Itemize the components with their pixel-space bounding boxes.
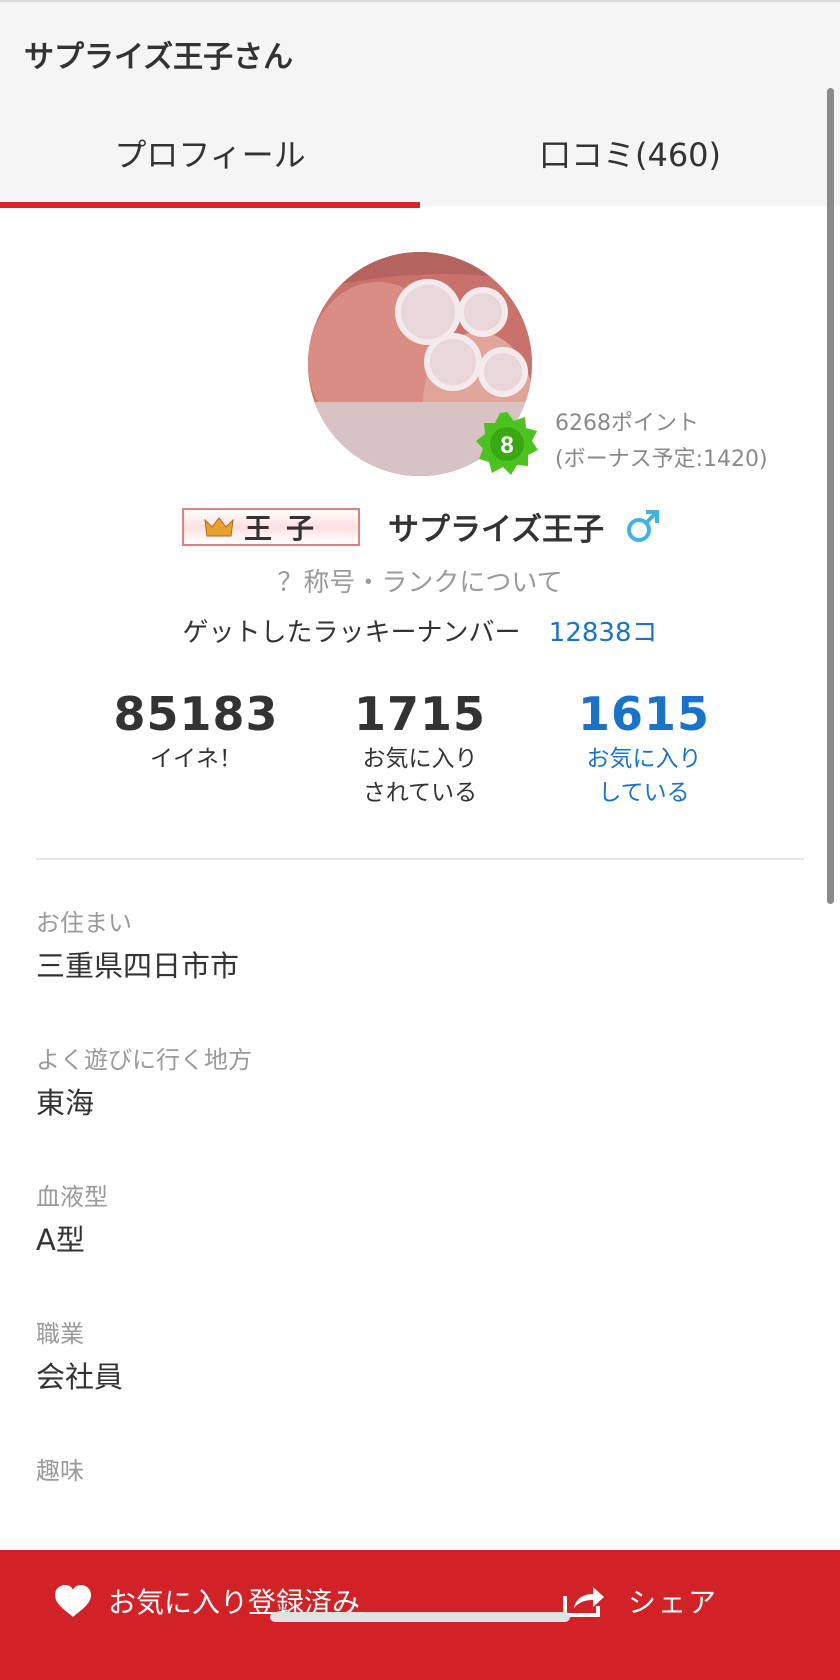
- field-blood-type: 血液型 A型: [36, 1180, 804, 1317]
- points-info: 6268ポイント (ボーナス予定:1420): [555, 406, 768, 478]
- stat-likes: 85183 イイネ！: [86, 686, 306, 776]
- stats-row: 85183 イイネ！ 1715 お気に入り されている 1615 お気に入り し…: [0, 686, 840, 816]
- profile-fields: お住まい 三重県四日市市 よく遊びに行く地方 東海 血液型 A型 職業 会社員 …: [36, 906, 804, 1591]
- favorited-by-label: お気に入り されている: [362, 746, 478, 806]
- lucky-number-label: ゲットしたラッキーナンバー: [182, 618, 521, 648]
- field-value: 三重県四日市市: [36, 949, 240, 983]
- likes-label: イイネ！: [150, 746, 242, 772]
- field-value: A型: [36, 1223, 85, 1257]
- crown-icon: [204, 517, 234, 537]
- home-indicator[interactable]: [270, 1612, 570, 1622]
- field-label: 職業: [36, 1320, 84, 1348]
- tab-bar: プロフィール 口コミ(460): [0, 102, 840, 208]
- rank-badge-icon: 8: [476, 412, 538, 475]
- field-value: 東海: [36, 1086, 95, 1120]
- name-row: 王子 サプライズ王子: [0, 502, 840, 550]
- divider: [36, 858, 804, 860]
- rank-info-link[interactable]: ？称号・ランクについて: [0, 562, 840, 599]
- field-label: お住まい: [36, 909, 132, 937]
- tab-reviews[interactable]: 口コミ(460): [420, 102, 840, 208]
- page-title: サプライズ王子さん: [24, 40, 294, 75]
- favoriting-count: 1615: [577, 687, 711, 741]
- male-icon: [627, 510, 659, 542]
- user-name: サプライズ王子: [388, 512, 605, 548]
- favorited-by-count: 1715: [353, 687, 487, 741]
- share-label: シェア: [628, 1586, 719, 1619]
- field-occupation: 職業 会社員: [36, 1317, 804, 1454]
- likes-count: 85183: [113, 687, 279, 741]
- bonus-points: (ボーナス予定:1420): [555, 447, 768, 472]
- field-region: よく遊びに行く地方 東海: [36, 1043, 804, 1180]
- title-plate: 王子: [182, 508, 360, 546]
- header-area: サプライズ王子さん プロフィール 口コミ(460): [0, 0, 840, 208]
- field-label: よく遊びに行く地方: [36, 1046, 252, 1074]
- favoriting-label: お気に入り している: [586, 746, 702, 806]
- lucky-number-row: ゲットしたラッキーナンバー 12838コ: [0, 612, 840, 649]
- points-value: 6268ポイント: [555, 411, 699, 436]
- tab-profile[interactable]: プロフィール: [0, 102, 420, 208]
- lucky-number-value[interactable]: 12838コ: [549, 618, 658, 648]
- title-plate-label: 王子: [243, 512, 328, 545]
- heart-icon: [55, 1585, 91, 1617]
- stat-favorited-by[interactable]: 1715 お気に入り されている: [310, 686, 530, 810]
- field-residence: お住まい 三重県四日市市: [36, 906, 804, 1043]
- rank-level: 8: [500, 432, 513, 459]
- field-value: 会社員: [36, 1360, 124, 1394]
- field-label: 血液型: [36, 1183, 108, 1211]
- share-button[interactable]: シェア: [562, 1580, 718, 1622]
- field-label: 趣味: [36, 1457, 84, 1485]
- stat-favoriting[interactable]: 1615 お気に入り している: [534, 686, 754, 810]
